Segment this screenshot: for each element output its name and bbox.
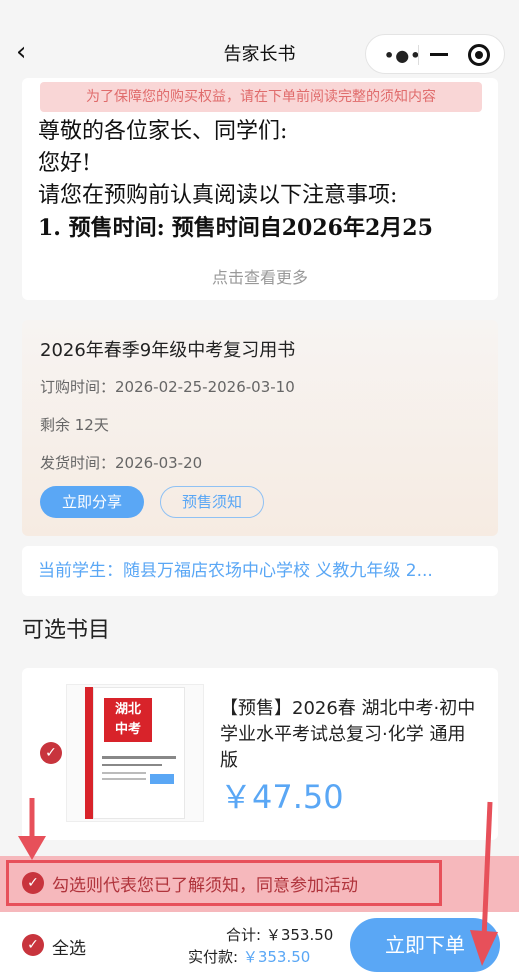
annotation-arrow-right-icon bbox=[470, 801, 498, 966]
close-icon[interactable] bbox=[468, 44, 490, 66]
book-price: ￥47.50 bbox=[220, 778, 344, 816]
view-more-link[interactable]: 点击查看更多 bbox=[22, 264, 498, 288]
cover-text-line bbox=[102, 764, 162, 766]
letter-line: 1. 预售时间: 预售时间自2026年2月25 bbox=[38, 212, 498, 245]
current-student[interactable]: 当前学生：随县万福店农场中心学校 义教九年级 2... bbox=[22, 546, 498, 596]
book-item[interactable]: ✓ 湖北 中考 【预售】2026春 湖北中考·初中学业水平考试总复习·化学 通用… bbox=[22, 668, 498, 840]
paid-value: ￥353.50 bbox=[242, 948, 311, 966]
letter-line: 您好! bbox=[38, 151, 91, 176]
cover-logo: 湖北 中考 bbox=[104, 698, 152, 742]
cover-text-line bbox=[102, 778, 146, 780]
agreement-text: 勾选则代表您已了解须知，同意参加活动 bbox=[52, 876, 358, 896]
total-amount: 合计: ￥353.50 bbox=[226, 924, 333, 945]
book-title: 【预售】2026春 湖北中考·初中学业水平考试总复习·化学 通用版 bbox=[220, 698, 476, 771]
notice-letter: 尊敬的各位家长、同学们: 您好! 请您在预购前认真阅读以下注意事项: 1. 预售… bbox=[38, 116, 498, 245]
product-card: 2026年春季9年级中考复习用书 订购时间：2026-02-25-2026-03… bbox=[22, 320, 498, 536]
letter-line: 尊敬的各位家长、同学们: bbox=[38, 119, 288, 144]
select-all-label[interactable]: 全选 bbox=[52, 934, 86, 959]
capsule-divider bbox=[418, 45, 419, 65]
cover-spine bbox=[85, 687, 93, 819]
presale-time-label: 1. 预售时间: bbox=[38, 215, 165, 241]
select-all-checkbox-icon[interactable]: ✓ bbox=[22, 934, 44, 956]
paid-label: 实付款: bbox=[188, 948, 243, 966]
cover-text-line bbox=[102, 772, 146, 774]
presale-time-text: 预售时间自2026年2月25 bbox=[171, 215, 433, 241]
share-button[interactable]: 立即分享 bbox=[40, 486, 144, 518]
notice-card: 为了保障您的购买权益，请在下单前阅读完整的须知内容 尊敬的各位家长、同学们: 您… bbox=[22, 78, 498, 300]
order-time: 订购时间：2026-02-25-2026-03-10 bbox=[40, 378, 295, 396]
ship-time: 发货时间：2026-03-20 bbox=[40, 454, 203, 472]
total-label: 合计: bbox=[226, 926, 266, 944]
annotation-arrow-left-icon bbox=[18, 798, 46, 860]
agree-checkbox-icon[interactable]: ✓ bbox=[22, 872, 44, 894]
mini-program-capsule: •●• bbox=[365, 34, 505, 74]
cover-logo-bottom: 中考 bbox=[114, 722, 141, 737]
checkout-bar: ✓ 全选 合计: ￥353.50 实付款: ￥353.50 立即下单 bbox=[0, 912, 519, 978]
section-title: 可选书目 bbox=[22, 618, 111, 643]
checkbox-checked-icon[interactable]: ✓ bbox=[40, 742, 62, 764]
cover-text-line bbox=[102, 756, 176, 759]
cover-logo-top: 湖北 bbox=[114, 702, 141, 717]
more-icon[interactable]: •●• bbox=[384, 46, 421, 65]
notice-banner: 为了保障您的购买权益，请在下单前阅读完整的须知内容 bbox=[40, 82, 482, 112]
letter-line: 请您在预购前认真阅读以下注意事项: bbox=[38, 183, 398, 208]
minimize-icon[interactable] bbox=[430, 53, 448, 56]
paid-amount: 实付款: ￥353.50 bbox=[188, 946, 310, 967]
cover-page: 湖北 中考 bbox=[93, 687, 185, 819]
cover-tag bbox=[150, 774, 174, 784]
agreement-bar[interactable]: ✓ 勾选则代表您已了解须知，同意参加活动 bbox=[0, 856, 519, 912]
book-cover-image: 湖北 中考 bbox=[66, 684, 204, 822]
presale-rules-button[interactable]: 预售须知 bbox=[160, 486, 264, 518]
remaining-days: 剩余 12天 bbox=[40, 416, 109, 434]
total-value: ￥353.50 bbox=[265, 926, 334, 944]
product-name: 2026年春季9年级中考复习用书 bbox=[40, 340, 296, 361]
